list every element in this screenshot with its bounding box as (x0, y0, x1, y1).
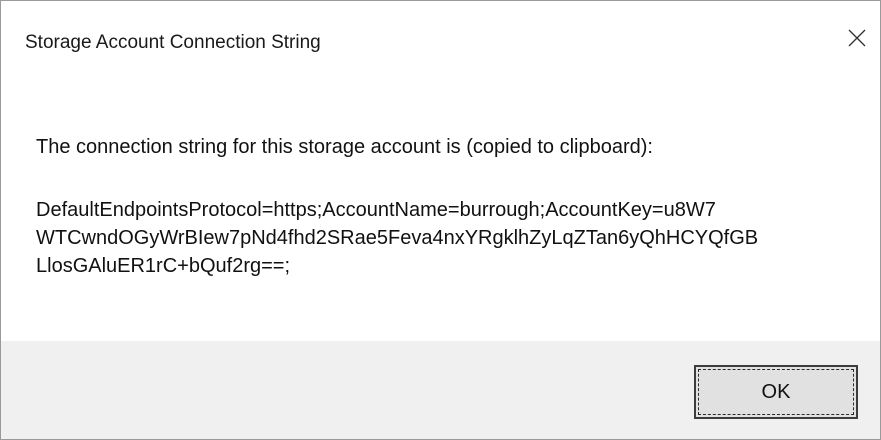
close-button[interactable] (834, 15, 880, 61)
connection-string: DefaultEndpointsProtocol=https;AccountNa… (36, 196, 758, 280)
close-icon (848, 29, 866, 47)
connection-string-dialog: Storage Account Connection String The co… (0, 0, 881, 440)
connection-string-line: LlosGAluER1rC+bQuf2rg==; (36, 255, 291, 277)
dialog-title: Storage Account Connection String (25, 32, 321, 53)
ok-button[interactable]: OK (694, 365, 858, 419)
dialog-body: The connection string for this storage a… (1, 89, 880, 363)
ok-button-focus-rect: OK (698, 369, 854, 415)
connection-string-line: WTCwndOGyWrBIew7pNd4fhd2SRae5Feva4nxYRgk… (36, 227, 759, 249)
dialog-footer: OK (1, 341, 880, 439)
connection-string-line: DefaultEndpointsProtocol=https;AccountNa… (36, 199, 716, 221)
title-bar: Storage Account Connection String (1, 1, 880, 89)
ok-button-label: OK (761, 380, 791, 403)
message-text: The connection string for this storage a… (36, 136, 653, 158)
